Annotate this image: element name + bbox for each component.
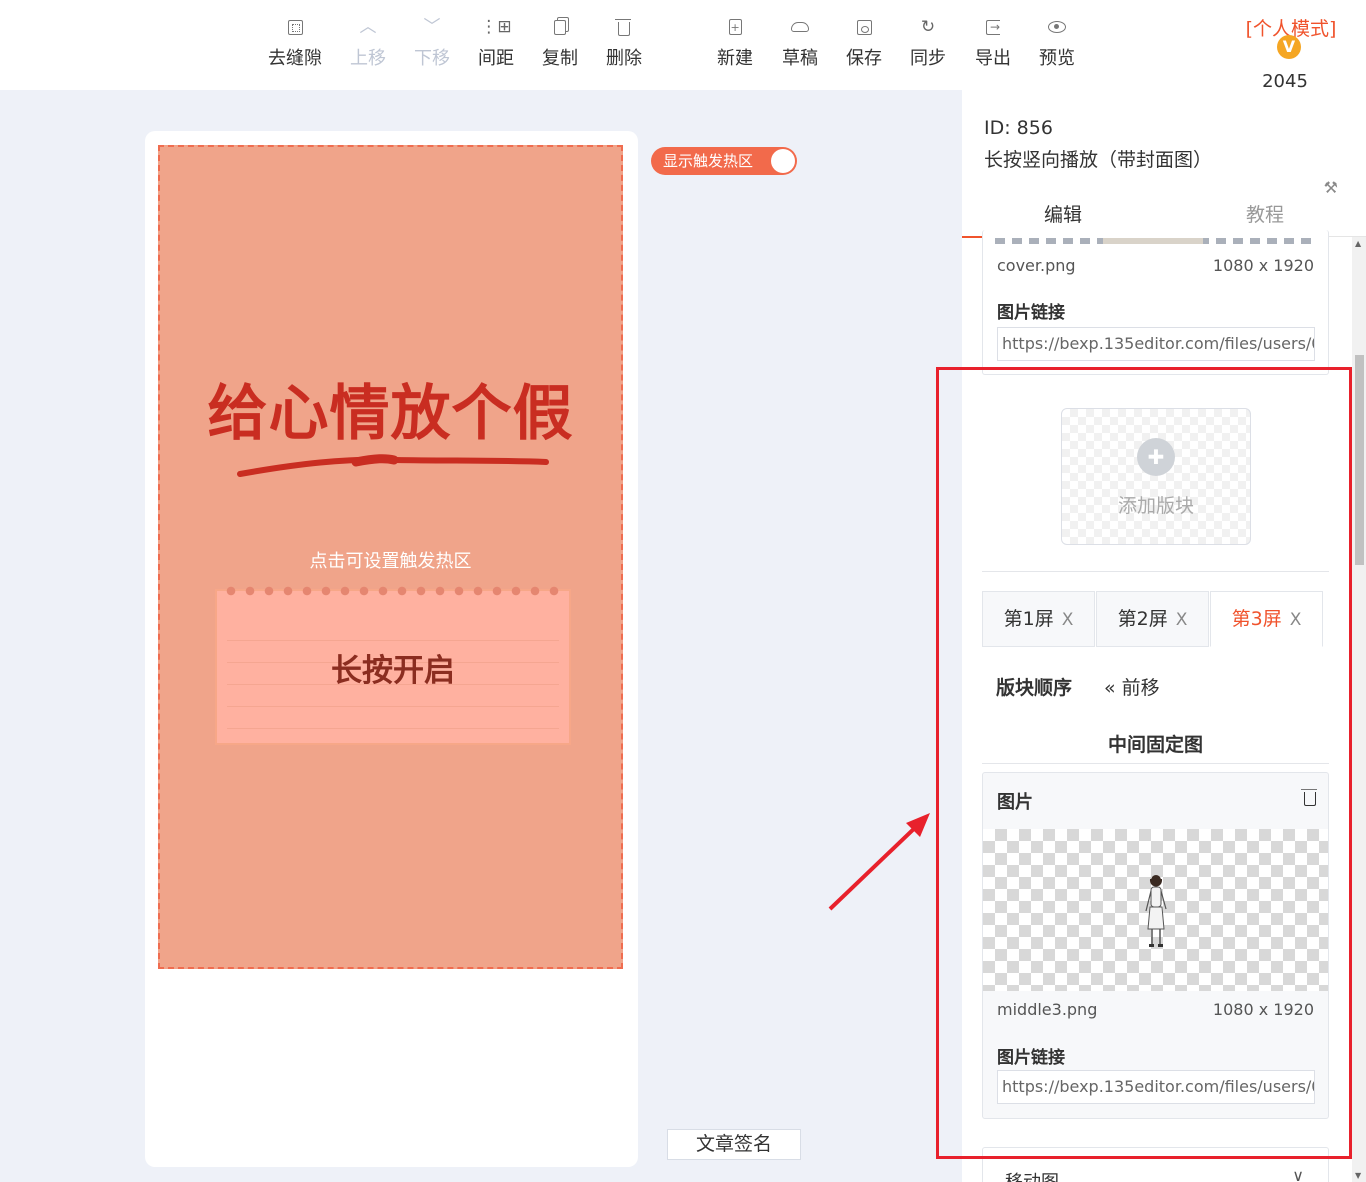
preview-label: 预览 bbox=[1039, 48, 1075, 69]
mode-count: 2045 bbox=[1262, 71, 1308, 92]
delete-button[interactable]: 删除 bbox=[592, 16, 656, 70]
eye-icon bbox=[1048, 21, 1066, 33]
sync-label: 同步 bbox=[910, 48, 946, 69]
hotspot-hint: 点击可设置触发热区 bbox=[309, 551, 472, 572]
move-up-label: 上移 bbox=[350, 48, 386, 69]
delete-label: 删除 bbox=[606, 48, 642, 69]
brush-stroke-decoration bbox=[237, 454, 549, 477]
preview-button[interactable]: 预览 bbox=[1025, 16, 1089, 70]
template-name: 长按竖向播放（带封面图） bbox=[984, 149, 1213, 171]
draft-label: 草稿 bbox=[782, 48, 818, 69]
show-hotspot-toggle[interactable]: 显示触发热区 bbox=[651, 147, 797, 175]
trash-icon bbox=[615, 18, 631, 36]
remove-gap-icon bbox=[287, 19, 303, 35]
chevron-down-icon[interactable]: ∨ bbox=[1292, 1166, 1304, 1182]
copy-button[interactable]: 复制 bbox=[528, 16, 592, 70]
chevron-up-icon: ︿ bbox=[359, 17, 377, 37]
export-label: 导出 bbox=[975, 48, 1011, 69]
red-arrow-annotation bbox=[828, 813, 930, 911]
scroll-thumb[interactable] bbox=[1355, 355, 1364, 565]
copy-label: 复制 bbox=[542, 48, 578, 69]
remove-gap-button[interactable]: 去缝隙 bbox=[263, 16, 327, 70]
scroll-down-icon[interactable]: ▼ bbox=[1355, 1171, 1361, 1180]
sync-button[interactable]: ↻ 同步 bbox=[896, 16, 960, 70]
cover-link-input[interactable]: https://bexp.135editor.com/files/users/0… bbox=[997, 327, 1315, 361]
sync-icon: ↻ bbox=[920, 17, 936, 37]
moving-image-title: 移动图 bbox=[1005, 1168, 1059, 1182]
move-up-button[interactable]: ︿ 上移 bbox=[336, 16, 400, 70]
move-down-label: 下移 bbox=[414, 48, 450, 69]
cloud-icon bbox=[791, 22, 809, 32]
cover-file-name: cover.png bbox=[997, 256, 1076, 275]
panel-scrollbar[interactable]: ▲ ▼ bbox=[1352, 237, 1366, 1182]
spacing-button[interactable]: ⋮⊞ 间距 bbox=[464, 16, 528, 70]
cover-file-size: 1080 x 1920 bbox=[1212, 256, 1314, 275]
new-file-icon bbox=[728, 17, 742, 39]
template-id: ID: 856 bbox=[984, 117, 1053, 139]
new-button[interactable]: 新建 bbox=[703, 16, 767, 70]
phone-preview: 给心情放个假 点击可设置触发热区 长按开启 bbox=[145, 131, 638, 1167]
export-button[interactable]: 导出 bbox=[961, 16, 1025, 70]
personal-mode[interactable]: [个人模式]V 2045 bbox=[1236, 14, 1346, 92]
move-down-button[interactable]: ﹀ 下移 bbox=[400, 16, 464, 70]
remove-gap-label: 去缝隙 bbox=[268, 48, 322, 69]
spacing-label: 间距 bbox=[478, 48, 514, 69]
long-press-text: 长按开启 bbox=[331, 653, 455, 689]
save-icon bbox=[856, 19, 872, 35]
toggle-knob[interactable] bbox=[771, 149, 795, 173]
new-label: 新建 bbox=[717, 48, 753, 69]
vip-badge-icon: V bbox=[1277, 35, 1301, 59]
spacing-icon: ⋮⊞ bbox=[480, 17, 512, 37]
chevron-down-icon: ﹀ bbox=[423, 17, 441, 37]
preview-artboard[interactable]: 给心情放个假 点击可设置触发热区 长按开启 bbox=[158, 145, 623, 969]
save-button[interactable]: 保存 bbox=[832, 16, 896, 70]
cover-link-label: 图片链接 bbox=[997, 303, 1065, 323]
scroll-up-icon[interactable]: ▲ bbox=[1355, 239, 1361, 248]
save-label: 保存 bbox=[846, 48, 882, 69]
copy-icon bbox=[554, 19, 566, 35]
draft-button[interactable]: 草稿 bbox=[768, 16, 832, 70]
export-icon bbox=[986, 16, 1000, 38]
top-toolbar: 去缝隙 ︿ 上移 ﹀ 下移 ⋮⊞ 间距 复制 删除 新建 草稿 保存 ↻ 同步 … bbox=[0, 0, 1366, 92]
note-holes-decoration bbox=[225, 585, 561, 597]
long-press-note[interactable]: 长按开启 bbox=[215, 585, 571, 745]
red-highlight-box-annotation bbox=[936, 367, 1352, 1159]
cover-thumbnail-preview bbox=[1103, 238, 1203, 244]
toggle-label: 显示触发热区 bbox=[663, 152, 754, 170]
headline-text: 给心情放个假 bbox=[207, 379, 574, 449]
cover-image-card: cover.png 1080 x 1920 图片链接 https://bexp.… bbox=[982, 230, 1329, 375]
article-signature-button[interactable]: 文章签名 bbox=[667, 1129, 801, 1160]
